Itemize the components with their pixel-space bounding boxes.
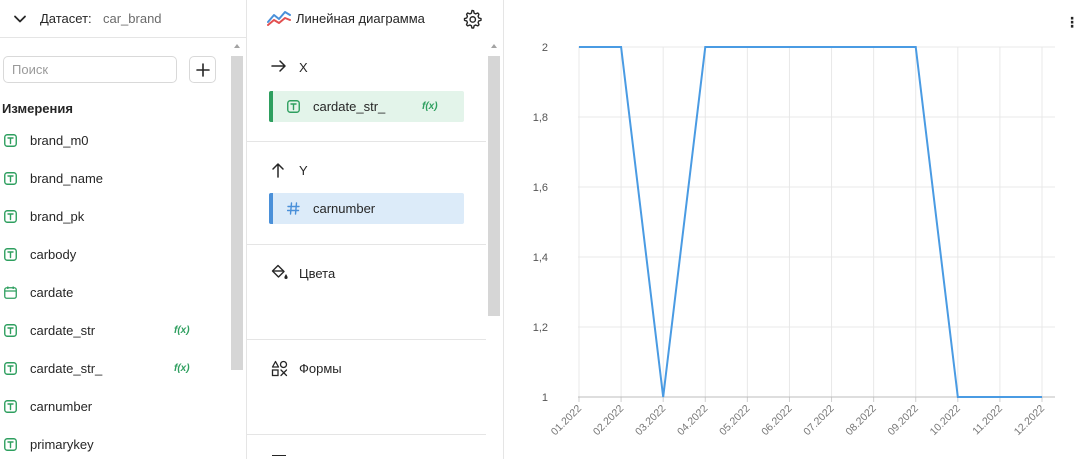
arrow-right-icon — [271, 60, 286, 72]
x-field-name: cardate_str_ — [313, 99, 386, 114]
formula-badge: f(x) — [174, 325, 190, 336]
dimension-item[interactable]: brand_pk — [0, 202, 230, 232]
visualization-type-title[interactable]: Линейная диаграмма — [296, 11, 425, 26]
dataset-label: Датасет: — [40, 11, 92, 26]
dimension-name: cardate_str_ — [30, 361, 103, 376]
date-type-icon — [4, 286, 17, 299]
chart-area: 1 1,2 1,4 1,6 1,8 2 01.2022 02.2022 03.2022 04.20… — [505, 0, 1076, 459]
dimension-item[interactable]: cardate_str_ f(x) — [0, 354, 230, 384]
y-tick-label: 1,8 — [533, 112, 548, 124]
dimension-item[interactable]: brand_m0 — [0, 126, 230, 156]
search-input[interactable] — [3, 56, 177, 83]
text-type-icon — [4, 362, 17, 375]
chip-accent-bar — [269, 193, 273, 224]
dataset-panel: Датасет: car_brand Измерения brand_m0bra… — [0, 0, 247, 459]
next-section-icon — [272, 455, 286, 459]
text-type-icon — [4, 248, 17, 261]
visualization-header: Линейная диаграмма — [247, 0, 503, 38]
x-tick-label: 01.2022 — [549, 403, 584, 438]
wizard-window: Датасет: car_brand Измерения brand_m0bra… — [0, 0, 1076, 459]
more-options-icon[interactable]: ⋮ — [1065, 14, 1076, 31]
y-tick-label: 1,4 — [533, 252, 548, 264]
dimension-item[interactable]: carnumber — [0, 392, 230, 422]
dimension-name: brand_m0 — [30, 133, 89, 148]
scroll-up-arrow-icon[interactable] — [491, 44, 497, 48]
text-type-icon — [4, 438, 17, 451]
add-field-button[interactable] — [189, 56, 216, 83]
dimension-name: brand_name — [30, 171, 103, 186]
visualization-panel: Линейная диаграмма X cardate_str_ f(x) Y… — [247, 0, 504, 459]
paint-bucket-icon — [271, 264, 288, 279]
gear-icon[interactable] — [462, 9, 482, 29]
x-tick-label: 02.2022 — [591, 403, 626, 438]
dimension-item[interactable]: carbody — [0, 240, 230, 270]
x-section: X cardate_str_ f(x) — [247, 38, 486, 141]
text-type-icon — [4, 172, 17, 185]
scrollbar-thumb[interactable] — [488, 56, 500, 316]
y-field-name: carnumber — [313, 201, 376, 216]
x-tick-label: 08.2022 — [843, 403, 878, 438]
scrollbar[interactable] — [231, 44, 243, 459]
dimension-name: cardate — [30, 285, 74, 300]
text-type-icon — [4, 400, 17, 413]
dimension-name: primarykey — [30, 437, 94, 452]
chip-accent-bar — [269, 91, 273, 122]
dimension-item[interactable]: cardate_str f(x) — [0, 316, 230, 346]
x-tick-label: 06.2022 — [759, 403, 794, 438]
line-chart: 1 1,2 1,4 1,6 1,8 2 01.2022 02.2022 03.2022 04.20… — [533, 42, 1055, 438]
x-tick-label: 12.2022 — [1012, 403, 1047, 438]
divider — [247, 434, 486, 435]
dimension-item[interactable]: primarykey — [0, 430, 230, 459]
chevron-down-icon[interactable] — [12, 11, 28, 27]
y-section: Y carnumber — [247, 142, 486, 244]
x-section-label: X — [299, 60, 308, 75]
y-section-label: Y — [299, 163, 308, 178]
dimension-name: cardate_str — [30, 323, 96, 338]
scrollbar[interactable] — [488, 44, 500, 459]
shapes-section: Формы — [247, 340, 486, 434]
dimensions-title: Измерения — [2, 101, 73, 116]
colors-section-label: Цвета — [299, 266, 336, 281]
x-field-chip[interactable]: cardate_str_ f(x) — [269, 91, 464, 122]
dataset-header[interactable]: Датасет: car_brand — [0, 0, 246, 38]
line-chart-icon[interactable] — [267, 9, 291, 29]
plus-icon — [196, 63, 210, 77]
arrow-up-icon — [272, 163, 284, 178]
number-type-icon — [287, 202, 300, 215]
colors-section: Цвета — [247, 245, 486, 339]
dimension-item[interactable]: brand_name — [0, 164, 230, 194]
x-tick-label: 10.2022 — [928, 403, 963, 438]
scrollbar-thumb[interactable] — [231, 56, 243, 370]
scroll-up-arrow-icon[interactable] — [234, 44, 240, 48]
y-field-chip[interactable]: carnumber — [269, 193, 464, 224]
y-tick-label: 1,2 — [533, 322, 548, 334]
formula-badge: f(x) — [174, 363, 190, 374]
x-tick-label: 07.2022 — [801, 403, 836, 438]
x-tick-label: 03.2022 — [633, 403, 668, 438]
shapes-icon — [271, 360, 288, 377]
dimension-name: carbody — [30, 247, 77, 262]
dataset-name[interactable]: car_brand — [103, 11, 162, 26]
y-tick-label: 1,6 — [533, 182, 548, 194]
shapes-section-label: Формы — [299, 361, 342, 376]
dimension-name: carnumber — [30, 399, 93, 414]
y-tick-label: 1 — [542, 392, 548, 404]
formula-badge: f(x) — [422, 101, 438, 112]
text-type-icon — [287, 100, 300, 113]
text-type-icon — [4, 324, 17, 337]
text-type-icon — [4, 134, 17, 147]
x-tick-label: 04.2022 — [675, 403, 710, 438]
dimension-name: brand_pk — [30, 209, 85, 224]
x-tick-label: 05.2022 — [717, 403, 752, 438]
dimension-item[interactable]: cardate — [0, 278, 230, 308]
x-tick-label: 11.2022 — [970, 403, 1005, 438]
y-tick-label: 2 — [542, 42, 548, 54]
series-line — [579, 46, 1042, 398]
text-type-icon — [4, 210, 17, 223]
x-tick-label: 09.2022 — [886, 403, 921, 438]
